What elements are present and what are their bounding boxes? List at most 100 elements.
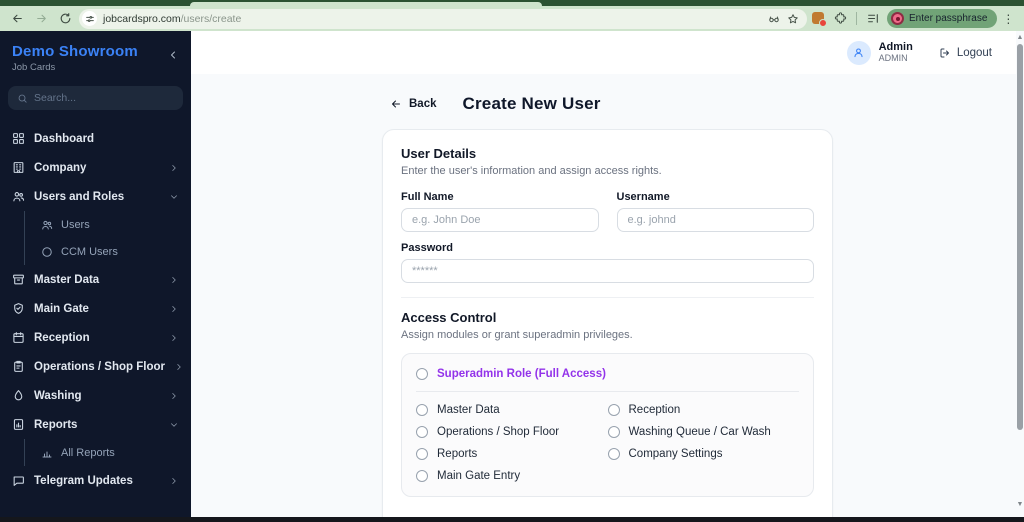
sidebar-item-ccm-users[interactable]: CCM Users: [25, 238, 191, 265]
username-label: Username: [616, 191, 670, 203]
sidebar-item-users-and-roles[interactable]: Users and Roles: [0, 182, 191, 211]
extensions-puzzle-icon[interactable]: [830, 9, 850, 29]
page-content: Back Create New User User Details Enter …: [191, 74, 1024, 518]
module-checkbox[interactable]: [416, 426, 428, 438]
username-field[interactable]: [616, 208, 814, 232]
module-reports[interactable]: Reports: [416, 446, 608, 462]
brand-title: Demo Showroom: [12, 43, 138, 60]
password-label: Password: [401, 242, 453, 254]
user-details-title: User Details: [401, 146, 477, 161]
sidebar-collapse-icon[interactable]: [167, 49, 179, 61]
page-title: Create New User: [462, 94, 601, 113]
sidebar-search[interactable]: [8, 86, 183, 110]
enter-passphrase-button[interactable]: Enter passphrase: [887, 9, 998, 28]
sidebar-item-washing[interactable]: Washing: [0, 381, 191, 410]
bookmark-star-icon[interactable]: [787, 13, 799, 25]
site-info-icon[interactable]: [82, 11, 97, 26]
sidebar-item-operations-shop-floor[interactable]: Operations / Shop Floor: [0, 352, 191, 381]
chevron-right-icon: [172, 276, 176, 283]
scrollbar-thumb[interactable]: [1017, 44, 1023, 430]
chevron-down-icon: [171, 194, 177, 199]
page-scrollbar[interactable]: ▲ ▼: [1016, 31, 1024, 517]
user-menu[interactable]: Admin ADMIN: [846, 40, 913, 65]
forward-nav-icon[interactable]: [31, 9, 51, 29]
brand-subtitle: Job Cards: [12, 62, 56, 73]
back-arrow-icon: [392, 100, 400, 108]
address-bar[interactable]: jobcardspro.com/users/create: [79, 8, 807, 29]
app-header: Admin ADMIN Logout: [191, 31, 1024, 74]
back-nav-icon[interactable]: [7, 9, 27, 29]
sidebar-item-users[interactable]: Users: [25, 211, 191, 238]
password-field[interactable]: [401, 259, 814, 283]
sidebar: Demo Showroom Job Cards Dashboard Compan…: [0, 31, 191, 518]
passphrase-status-icon: [891, 12, 904, 25]
dashboard-grid-icon: [13, 133, 24, 144]
back-button[interactable]: Back: [382, 98, 437, 110]
window-edge: [0, 517, 1024, 522]
user-name: Admin: [878, 41, 913, 53]
chevron-right-icon: [172, 477, 176, 484]
chat-icon: [13, 476, 24, 486]
access-panel: Superadmin Role (Full Access) Master Dat…: [401, 353, 814, 497]
module-checkbox[interactable]: [607, 448, 620, 460]
chevron-down-icon: [171, 422, 177, 427]
full-name-label: Full Name: [401, 191, 454, 203]
superadmin-checkbox[interactable]: [416, 368, 428, 380]
module-checkbox[interactable]: [607, 404, 620, 416]
logout-button[interactable]: Logout: [939, 47, 992, 59]
droplet-icon: [14, 390, 23, 401]
superadmin-label: Superadmin Role (Full Access): [437, 368, 606, 380]
superadmin-checkbox-row[interactable]: Superadmin Role (Full Access): [416, 366, 799, 382]
sidebar-item-main-gate[interactable]: Main Gate: [0, 294, 191, 323]
module-checkbox[interactable]: [416, 448, 428, 460]
sidebar-item-company[interactable]: Company: [0, 153, 191, 182]
url-text[interactable]: jobcardspro.com/users/create: [103, 13, 762, 25]
toolbar-divider: [856, 12, 857, 25]
users-icon: [13, 192, 25, 202]
avatar: [846, 40, 871, 65]
module-checkbox[interactable]: [416, 404, 428, 416]
building-icon: [13, 162, 24, 173]
modules-grid: Master Data Reception Operations / Shop …: [416, 402, 799, 484]
reading-mode-icon[interactable]: [768, 13, 780, 25]
tab-strip: [0, 0, 1024, 6]
extension-icon-badge[interactable]: [811, 11, 827, 27]
scroll-down-icon[interactable]: ▼: [1016, 501, 1024, 509]
full-name-field[interactable]: [401, 208, 599, 232]
user-circle-icon: [42, 246, 52, 257]
browser-window: jobcardspro.com/users/create Enter passp…: [0, 0, 1024, 522]
active-tab[interactable]: [190, 2, 542, 6]
chevron-right-icon: [172, 305, 176, 312]
search-input[interactable]: [34, 92, 174, 104]
sidebar-item-all-reports[interactable]: All Reports: [25, 439, 191, 466]
search-icon: [18, 94, 27, 103]
section-divider: [401, 297, 814, 298]
sidebar-item-dashboard[interactable]: Dashboard: [0, 124, 191, 153]
chevron-right-icon: [172, 164, 176, 171]
users-icon: [42, 220, 53, 229]
users-and-roles-submenu: Users CCM Users: [24, 211, 191, 265]
access-control-subtitle: Assign modules or grant superadmin privi…: [401, 329, 633, 341]
module-main-gate-entry[interactable]: Main Gate Entry: [416, 468, 608, 484]
scroll-up-icon[interactable]: ▲: [1016, 34, 1024, 42]
side-panel-icon[interactable]: [863, 9, 883, 29]
chevron-right-icon: [172, 392, 176, 399]
module-master-data[interactable]: Master Data: [416, 402, 608, 418]
browser-menu-icon[interactable]: ⋮: [1001, 13, 1015, 25]
sidebar-item-telegram-updates[interactable]: Telegram Updates: [0, 466, 191, 495]
browser-toolbar: jobcardspro.com/users/create Enter passp…: [0, 6, 1024, 31]
shield-check-icon: [14, 303, 23, 314]
sidebar-item-reception[interactable]: Reception: [0, 323, 191, 352]
sidebar-item-master-data[interactable]: Master Data: [0, 265, 191, 294]
module-reception[interactable]: Reception: [607, 402, 800, 418]
sidebar-item-reports[interactable]: Reports: [0, 410, 191, 439]
module-checkbox[interactable]: [607, 426, 620, 438]
logout-icon: [940, 48, 949, 57]
module-checkbox[interactable]: [416, 470, 428, 482]
reload-icon[interactable]: [55, 9, 75, 29]
module-operations-shop-floor[interactable]: Operations / Shop Floor: [416, 424, 608, 440]
module-washing-queue-car-wash[interactable]: Washing Queue / Car Wash: [607, 424, 800, 440]
chevron-right-icon: [172, 334, 176, 341]
module-company-settings[interactable]: Company Settings: [607, 446, 800, 462]
calendar-icon: [13, 332, 24, 343]
